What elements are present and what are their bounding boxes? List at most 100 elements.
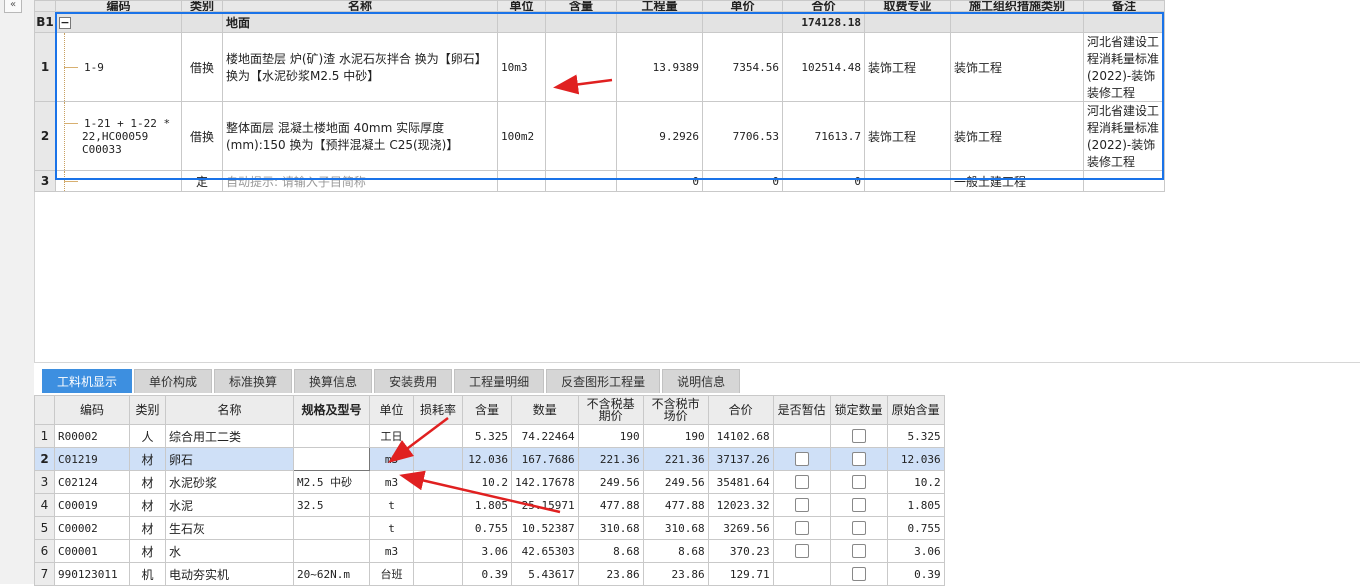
table-row[interactable]: 6 C00001 材水 m3 3.06 42.65303 8.68 8.68 370.23 3.0…: [34, 539, 945, 563]
market-price-cell[interactable]: 23.86: [642, 562, 709, 586]
type-cell[interactable]: 定: [181, 170, 223, 192]
spec-cell[interactable]: [293, 516, 370, 540]
type-cell[interactable]: 材: [129, 539, 166, 563]
measure-cell[interactable]: 装饰工程: [950, 32, 1084, 102]
col-header-code[interactable]: 编码: [55, 0, 182, 12]
checkbox[interactable]: [851, 452, 866, 467]
checkbox[interactable]: [851, 521, 866, 536]
loss-rate-cell[interactable]: [413, 539, 463, 563]
tab-graphic-quantity[interactable]: 反查图形工程量: [546, 369, 661, 393]
code-cell[interactable]: C00002: [54, 516, 130, 540]
table-row[interactable]: 3 C02124 材水泥砂浆 M2.5 中砂 m3 10.2 142.17678 249.56…: [34, 470, 945, 494]
lock-quantity-cell[interactable]: [829, 516, 888, 540]
table-row[interactable]: 4 C00019 材水泥 32.5 t 1.805 25.15971 477.88 477.88…: [34, 493, 945, 517]
market-price-cell[interactable]: 8.68: [642, 539, 709, 563]
price-cell[interactable]: 7354.56: [702, 32, 783, 102]
checkbox[interactable]: [851, 567, 866, 582]
base-price-cell[interactable]: 8.68: [577, 539, 644, 563]
code-cell[interactable]: C01219: [54, 447, 130, 471]
content-cell[interactable]: [545, 170, 617, 192]
col-header-base-price[interactable]: 不含税基期价: [577, 395, 644, 425]
provisional-cell[interactable]: [772, 424, 831, 448]
col-header-lock-quantity[interactable]: 锁定数量: [829, 395, 888, 425]
code-cell[interactable]: C00019: [54, 493, 130, 517]
market-price-cell[interactable]: 477.88: [642, 493, 709, 517]
type-cell[interactable]: 借换: [181, 32, 223, 102]
content-cell[interactable]: 0.755: [462, 516, 512, 540]
name-cell[interactable]: 水: [165, 539, 294, 563]
tab-standard-conversion[interactable]: 标准换算: [214, 369, 293, 393]
loss-rate-cell[interactable]: [413, 470, 463, 494]
checkbox[interactable]: [794, 521, 809, 536]
content-cell[interactable]: 10.2: [462, 470, 512, 494]
fee-cell[interactable]: 装饰工程: [864, 32, 951, 102]
col-header-original-content[interactable]: 原始含量: [886, 395, 945, 425]
spec-input[interactable]: [293, 447, 370, 471]
type-cell[interactable]: 材: [129, 470, 166, 494]
type-cell[interactable]: 材: [129, 493, 166, 517]
lock-quantity-cell[interactable]: [829, 539, 888, 563]
qty-cell[interactable]: 0: [616, 170, 703, 192]
provisional-cell[interactable]: [772, 539, 831, 563]
quantity-cell[interactable]: 5.43617: [511, 562, 579, 586]
col-header-total[interactable]: 合价: [782, 0, 865, 12]
col-header-content[interactable]: 含量: [545, 0, 617, 12]
lock-quantity-cell[interactable]: [829, 562, 888, 586]
col-header-measure-type[interactable]: 施工组织措施类别: [950, 0, 1084, 12]
unit-cell[interactable]: 台班: [369, 562, 414, 586]
col-header-type[interactable]: 类别: [181, 0, 223, 12]
col-header-unit-price[interactable]: 单价: [702, 0, 783, 12]
table-row[interactable]: 7 990123011 机电动夯实机 20~62N.m 台班 0.39 5.43617 23.…: [34, 562, 945, 586]
market-price-cell[interactable]: 221.36: [642, 447, 709, 471]
measure-cell[interactable]: 装饰工程: [950, 101, 1084, 171]
col-header-name[interactable]: 名称: [222, 0, 498, 12]
remark-cell[interactable]: [1083, 170, 1165, 192]
code-cell[interactable]: R00002: [54, 424, 130, 448]
base-price-cell[interactable]: 310.68: [577, 516, 644, 540]
col-header-type[interactable]: 类别: [129, 395, 166, 425]
checkbox[interactable]: [794, 498, 809, 513]
code-cell[interactable]: C02124: [54, 470, 130, 494]
col-header-loss-rate[interactable]: 损耗率: [413, 395, 463, 425]
col-header-code[interactable]: 编码: [54, 395, 130, 425]
unit-cell[interactable]: t: [369, 516, 414, 540]
group-row[interactable]: B1 − 地面 174128.18: [34, 11, 1165, 33]
unit-cell[interactable]: 工日: [369, 424, 414, 448]
quantity-cell[interactable]: 25.15971: [511, 493, 579, 517]
unit-cell[interactable]: 10m3: [497, 32, 546, 102]
lock-quantity-cell[interactable]: [829, 493, 888, 517]
unit-cell[interactable]: m3: [369, 447, 414, 471]
checkbox[interactable]: [794, 475, 809, 490]
market-price-cell[interactable]: 249.56: [642, 470, 709, 494]
col-header-quantity[interactable]: 工程量: [616, 0, 703, 12]
name-cell[interactable]: 生石灰: [165, 516, 294, 540]
quantity-cell[interactable]: 142.17678: [511, 470, 579, 494]
type-cell[interactable]: 材: [129, 447, 166, 471]
code-cell[interactable]: C00001: [54, 539, 130, 563]
tab-description[interactable]: 说明信息: [662, 369, 741, 393]
base-price-cell[interactable]: 23.86: [577, 562, 644, 586]
content-cell[interactable]: 0.39: [462, 562, 512, 586]
remark-cell[interactable]: 河北省建设工程消耗量标准(2022)-装饰装修工程: [1083, 101, 1165, 171]
content-cell[interactable]: [545, 101, 617, 171]
provisional-cell[interactable]: [772, 516, 831, 540]
table-row[interactable]: 1 1-9 借换 楼地面垫层 炉(矿)渣 水泥石灰拌合 换为【卵石】 换为【水泥…: [34, 32, 1165, 102]
lock-quantity-cell[interactable]: [829, 447, 888, 471]
tab-quantity-detail[interactable]: 工程量明细: [454, 369, 545, 393]
code-cell[interactable]: 1-21 + 1-22 * 22,HC00059 C00033: [55, 101, 182, 171]
tab-install-fees[interactable]: 安装费用: [374, 369, 453, 393]
price-cell[interactable]: 7706.53: [702, 101, 783, 171]
collapse-toggle-cell[interactable]: −: [55, 11, 182, 33]
table-row[interactable]: 3 定 自动提示: 请输入子目简称 0 0 0 一般土建工程: [34, 170, 1165, 192]
base-price-cell[interactable]: 477.88: [577, 493, 644, 517]
spec-cell[interactable]: [293, 539, 370, 563]
table-row[interactable]: 5 C00002 材生石灰 t 0.755 10.52387 310.68 310.68 326…: [34, 516, 945, 540]
provisional-cell[interactable]: [772, 493, 831, 517]
checkbox[interactable]: [794, 452, 809, 467]
name-cell[interactable]: 卵石: [165, 447, 294, 471]
minus-icon[interactable]: −: [59, 16, 71, 29]
type-cell[interactable]: 机: [129, 562, 166, 586]
name-input-hint[interactable]: 自动提示: 请输入子目简称: [222, 170, 498, 192]
qty-cell[interactable]: 13.9389: [616, 32, 703, 102]
spec-cell[interactable]: M2.5 中砂: [293, 470, 370, 494]
